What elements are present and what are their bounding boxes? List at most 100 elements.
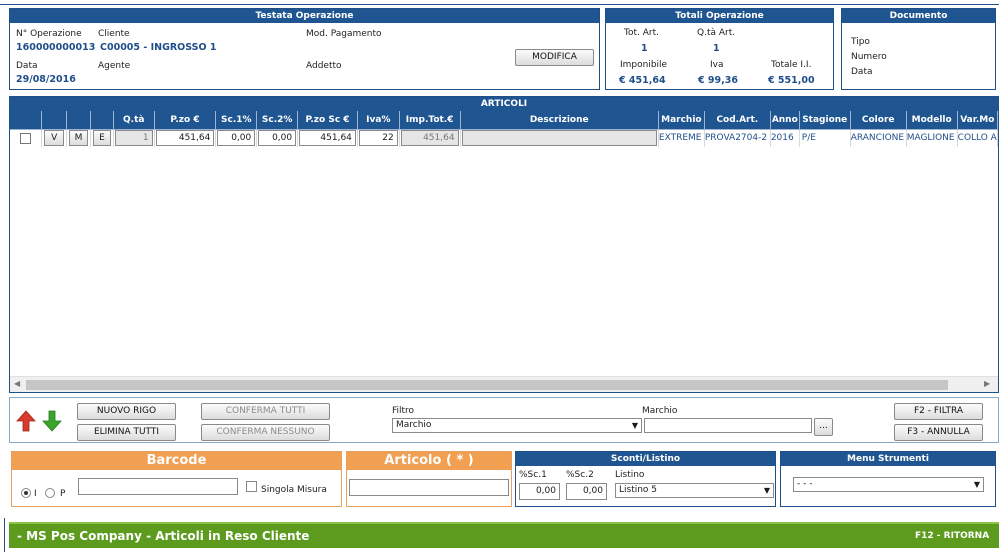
row-anno: 2016 xyxy=(770,129,800,147)
listino-select[interactable]: Listino 5 xyxy=(615,483,774,498)
scrollbar-thumb[interactable] xyxy=(26,380,948,390)
sc1-input[interactable]: 0,00 xyxy=(519,483,560,500)
col-marchio[interactable]: Marchio xyxy=(658,111,705,130)
row-descrizione-field[interactable] xyxy=(461,130,657,147)
radio-i-dot xyxy=(24,491,28,495)
n-operazione-label: N° Operazione xyxy=(16,29,82,39)
col-e xyxy=(90,111,114,130)
row-view-button[interactable]: V xyxy=(44,130,65,147)
row-sc2-field[interactable]: 0,00 xyxy=(258,130,297,147)
row-m-cell: M xyxy=(66,129,91,147)
row-stagione: P/E xyxy=(799,129,851,147)
row-cod-art: PROVA2704-2 xyxy=(704,129,771,147)
row-select-cell xyxy=(10,129,43,147)
row-marchio: EXTREME xyxy=(658,129,705,147)
menu-strumenti-selected-value: - - - xyxy=(797,479,813,489)
col-v xyxy=(41,111,68,130)
marchio-filter-input[interactable] xyxy=(644,418,812,433)
menu-strumenti-select[interactable]: - - - xyxy=(793,477,984,492)
filtro-select[interactable]: Marchio xyxy=(392,418,642,433)
row-var-mo: COLLO A xyxy=(957,129,998,147)
row-prezzo-sc-field[interactable]: 451,64 xyxy=(299,130,356,147)
conferma-tutti-button[interactable]: CONFERMA TUTTI xyxy=(201,403,330,420)
row-modify-button[interactable]: M xyxy=(69,130,88,147)
col-iva[interactable]: Iva% xyxy=(357,111,400,130)
toolbar-panel: NUOVO RIGO ELIMINA TUTTI CONFERMA TUTTI … xyxy=(9,397,999,443)
filtra-button[interactable]: F2 - FILTRA xyxy=(894,403,983,420)
scroll-left-icon[interactable]: ◀ xyxy=(14,379,20,388)
ritorna-shortcut[interactable]: F12 - RITORNA xyxy=(915,531,989,541)
documento-title: Documento xyxy=(842,9,995,23)
arrow-up-icon[interactable] xyxy=(16,410,36,432)
articolo-input[interactable] xyxy=(349,479,509,496)
imponibile-label: Imponibile xyxy=(620,60,668,70)
row-delete-button[interactable]: E xyxy=(93,130,111,147)
menu-strumenti-title: Menu Strumenti xyxy=(781,452,995,466)
iva-value: € 99,36 xyxy=(698,75,738,86)
col-modello[interactable]: Modello xyxy=(906,111,958,130)
col-descrizione[interactable]: Descrizione xyxy=(460,111,659,130)
col-select xyxy=(10,111,43,130)
totali-panel: Totali Operazione Tot. Art. Q.tà Art. 1 … xyxy=(605,8,834,90)
totali-title: Totali Operazione xyxy=(606,9,833,23)
row-sc1-field[interactable]: 0,00 xyxy=(217,130,256,147)
row-qta-field[interactable]: 1 xyxy=(114,130,153,147)
col-imp-tot[interactable]: Imp.Tot.€ xyxy=(399,111,461,130)
cliente-value: C00005 - INGROSSO 1 xyxy=(100,42,217,53)
footer-bar: - MS Pos Company - Articoli in Reso Clie… xyxy=(9,522,999,548)
row-iva-cell: 22 xyxy=(357,129,400,147)
row-colore: ARANCIONE xyxy=(850,129,907,147)
sc2-input[interactable]: 0,00 xyxy=(566,483,607,500)
listino-label: Listino xyxy=(615,470,645,480)
barcode-input[interactable] xyxy=(78,478,238,495)
col-anno[interactable]: Anno xyxy=(770,111,800,130)
row-v-cell: V xyxy=(41,129,68,147)
row-prezzo-sc-cell: 451,64 xyxy=(297,129,358,147)
qta-art-label: Q.tà Art. xyxy=(697,28,736,38)
arrow-down-icon[interactable] xyxy=(42,410,62,432)
data-value: 29/08/2016 xyxy=(16,74,76,85)
col-cod-art[interactable]: Cod.Art. xyxy=(704,111,771,130)
col-colore[interactable]: Colore xyxy=(850,111,907,130)
radio-i[interactable] xyxy=(21,488,31,498)
marchio-browse-button[interactable]: ... xyxy=(814,418,833,436)
row-prezzo-field[interactable]: 451,64 xyxy=(155,130,215,147)
modifica-button[interactable]: MODIFICA xyxy=(515,49,594,66)
horizontal-scrollbar[interactable]: ◀ ▶ xyxy=(10,376,998,392)
row-checkbox[interactable] xyxy=(20,132,32,144)
radio-p-label: P xyxy=(60,489,66,499)
mod-pagamento-label: Mod. Pagamento xyxy=(306,29,382,39)
col-var-mo[interactable]: Var.Mo xyxy=(957,111,998,130)
sconti-panel: Sconti/Listino %Sc.1 %Sc.2 Listino 0,00 … xyxy=(515,451,776,507)
testata-panel: Testata Operazione N° Operazione Cliente… xyxy=(9,8,600,90)
elimina-tutti-button[interactable]: ELIMINA TUTTI xyxy=(77,424,176,441)
sc2-label: %Sc.2 xyxy=(566,470,594,480)
cliente-label: Cliente xyxy=(98,29,130,39)
col-qta[interactable]: Q.tà xyxy=(113,111,155,130)
left-border xyxy=(0,518,5,552)
conferma-nessuno-button[interactable]: CONFERMA NESSUNO xyxy=(201,424,330,441)
radio-i-label: I xyxy=(34,489,37,499)
row-modello: MAGLIONE xyxy=(906,129,958,147)
row-e-cell: E xyxy=(90,129,114,147)
tot-art-label: Tot. Art. xyxy=(624,28,659,38)
articoli-panel: ARTICOLI Q.tà P.zo € Sc.1% Sc.2% P.zo Sc… xyxy=(9,96,999,393)
scroll-right-icon[interactable]: ▶ xyxy=(984,379,990,388)
barcode-title: Barcode xyxy=(12,452,341,470)
nuovo-rigo-button[interactable]: NUOVO RIGO xyxy=(77,403,176,420)
singola-misura-checkbox[interactable] xyxy=(246,481,257,492)
row-iva-field[interactable]: 22 xyxy=(358,130,398,147)
n-operazione-value: 160000000013 xyxy=(16,42,96,53)
col-sc1[interactable]: Sc.1% xyxy=(215,111,258,130)
annulla-button[interactable]: F3 - ANNULLA xyxy=(894,424,983,441)
col-sc2[interactable]: Sc.2% xyxy=(256,111,299,130)
radio-p[interactable] xyxy=(45,488,55,498)
col-stagione[interactable]: Stagione xyxy=(799,111,851,130)
sconti-title: Sconti/Listino xyxy=(516,452,775,466)
row-sc2-cell: 0,00 xyxy=(256,129,299,147)
menu-strumenti-panel: Menu Strumenti - - - xyxy=(780,451,996,507)
table-row: V M E 1 451,64 0,00 0,00 451,64 22 451,6… xyxy=(10,129,998,147)
col-prezzo-sc[interactable]: P.zo Sc € xyxy=(297,111,358,130)
col-prezzo[interactable]: P.zo € xyxy=(154,111,217,130)
marchio-filter-label: Marchio xyxy=(642,406,678,416)
